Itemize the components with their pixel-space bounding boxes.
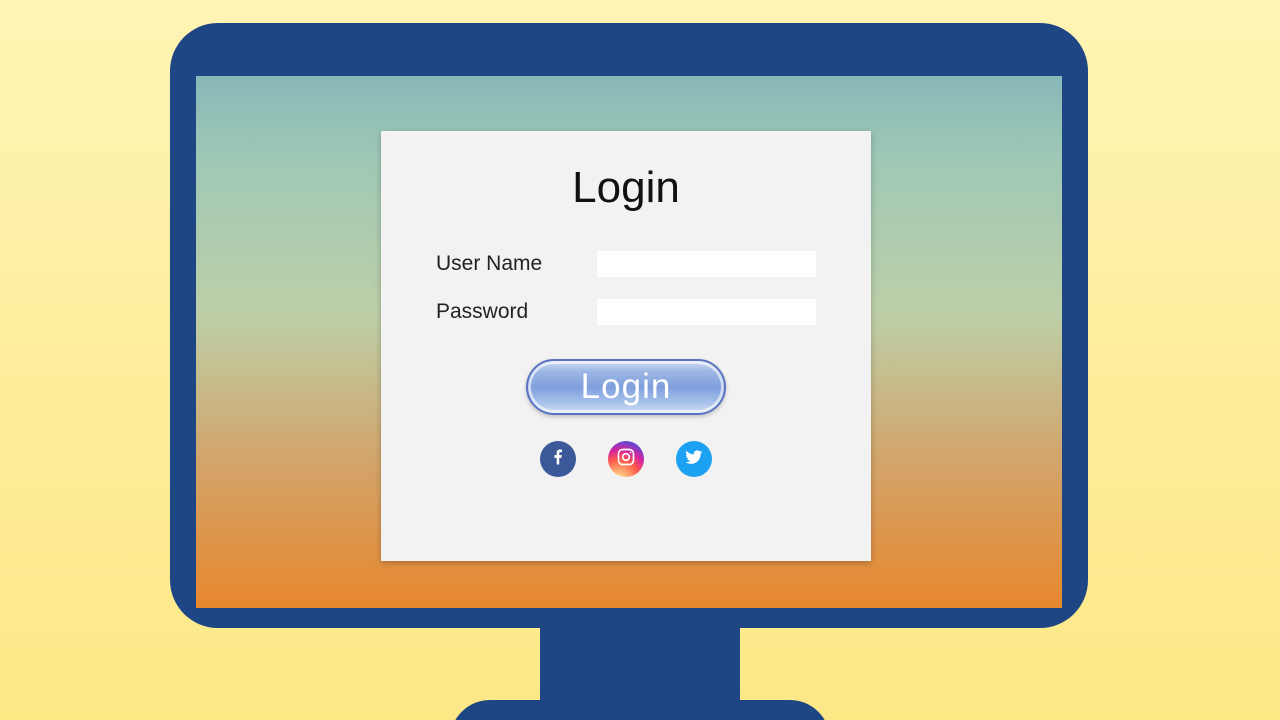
- facebook-button[interactable]: [540, 441, 576, 477]
- monitor-screen: Login User Name Password Login: [196, 76, 1062, 608]
- login-card: Login User Name Password Login: [381, 131, 871, 561]
- login-button[interactable]: Login: [526, 359, 726, 415]
- twitter-icon: [684, 447, 704, 472]
- username-row: User Name: [436, 251, 816, 277]
- password-row: Password: [436, 299, 816, 325]
- instagram-button[interactable]: [608, 441, 644, 477]
- instagram-icon: [616, 447, 636, 472]
- monitor-frame: Login User Name Password Login: [170, 23, 1088, 628]
- twitter-button[interactable]: [676, 441, 712, 477]
- monitor-base: [450, 700, 830, 720]
- password-input[interactable]: [597, 299, 816, 325]
- facebook-icon: [548, 447, 568, 472]
- username-input[interactable]: [597, 251, 816, 277]
- password-label: Password: [436, 300, 597, 324]
- stage: Login User Name Password Login: [0, 0, 1280, 720]
- social-row: [381, 441, 871, 477]
- username-label: User Name: [436, 252, 597, 276]
- login-title: Login: [381, 163, 871, 213]
